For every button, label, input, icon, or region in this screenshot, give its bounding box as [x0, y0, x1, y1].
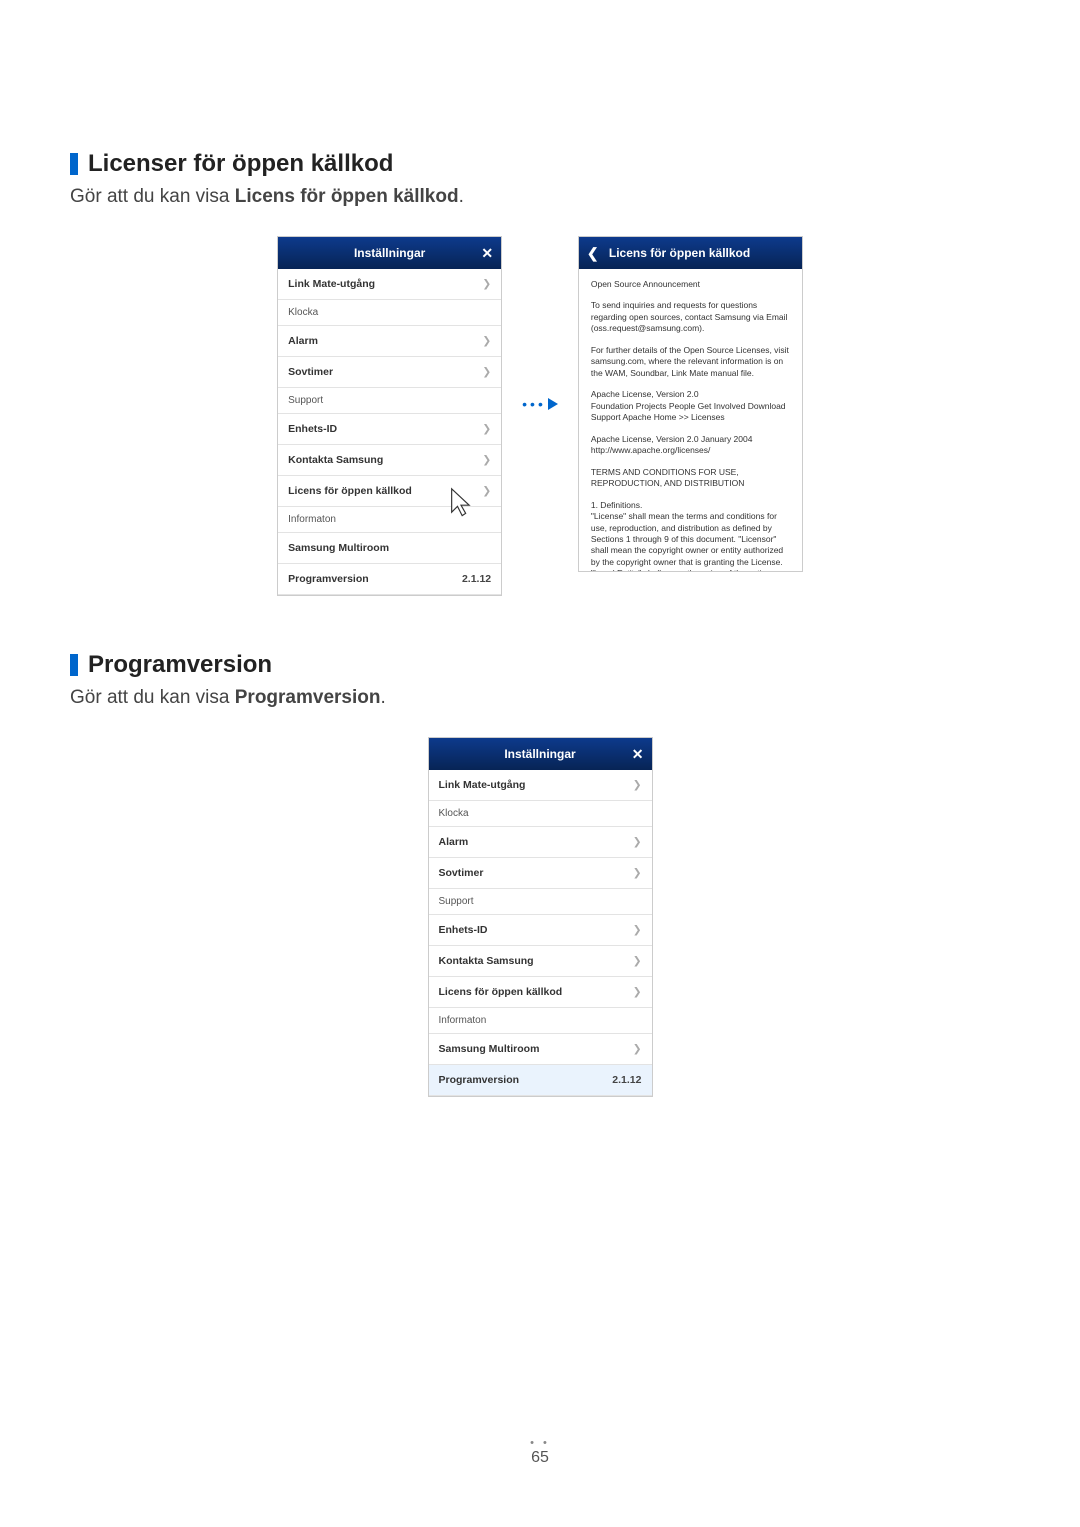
license-panel: ❮ Licens för öppen källkod Open Source A…: [578, 236, 803, 572]
row-linkmate[interactable]: Link Mate-utgång ❯: [429, 770, 652, 801]
row-programversion: Programversion 2.1.12: [429, 1065, 652, 1096]
chevron-right-icon: ❯: [482, 335, 491, 347]
group-support: Support: [429, 889, 652, 915]
row-alarm[interactable]: Alarm ❯: [278, 326, 501, 357]
desc-suffix: .: [380, 687, 385, 708]
license-title: Licens för öppen källkod: [609, 246, 750, 260]
section-desc-programversion: Gör att du kan visa Programversion.: [70, 687, 1010, 709]
desc-prefix: Gör att du kan visa: [70, 687, 235, 708]
label: Programversion: [439, 1074, 520, 1086]
page-number-value: 65: [531, 1449, 549, 1466]
chevron-right-icon: ❯: [482, 485, 491, 497]
label: Sovtimer: [288, 366, 333, 378]
label: Alarm: [288, 335, 318, 347]
arrow-connector-icon: [522, 396, 558, 412]
desc-prefix: Gör att du kan visa: [70, 186, 235, 207]
back-icon[interactable]: ❮: [587, 245, 599, 262]
label: Sovtimer: [439, 867, 484, 879]
label: Kontakta Samsung: [439, 955, 534, 967]
close-icon[interactable]: ✕: [481, 245, 493, 262]
lic-p1: Open Source Announcement: [591, 279, 790, 290]
lic-p6: TERMS AND CONDITIONS FOR USE, REPRODUCTI…: [591, 467, 790, 490]
group-klocka: Klocka: [429, 801, 652, 827]
row-multiroom[interactable]: Samsung Multiroom ❯: [429, 1034, 652, 1065]
row-programversion: Programversion 2.1.12: [278, 564, 501, 595]
settings-panel-2: Inställningar ✕ Link Mate-utgång ❯ Klocka…: [428, 737, 653, 1097]
row-kontakta[interactable]: Kontakta Samsung ❯: [278, 445, 501, 476]
chevron-right-icon: ❯: [633, 986, 642, 998]
page-dots-icon: [0, 1437, 1080, 1449]
label: Link Mate-utgång: [439, 779, 526, 791]
label: Samsung Multiroom: [288, 542, 389, 554]
settings-header: Inställningar ✕: [429, 738, 652, 770]
desc-bold: Licens för öppen källkod: [235, 186, 459, 207]
dots: [522, 396, 546, 412]
section-desc-license: Gör att du kan visa Licens för öppen käl…: [70, 186, 1010, 208]
section-heading-license: Licenser för öppen källkod: [70, 150, 1010, 178]
blue-bar-icon: [70, 153, 78, 175]
desc-bold: Programversion: [235, 687, 381, 708]
row-multiroom[interactable]: Samsung Multiroom: [278, 533, 501, 564]
chevron-right-icon: ❯: [482, 423, 491, 435]
page-number: 65: [0, 1437, 1080, 1467]
cursor-icon: [447, 486, 475, 525]
lic-p3: For further details of the Open Source L…: [591, 345, 790, 379]
chevron-right-icon: ❯: [633, 867, 642, 879]
chevron-right-icon: ❯: [633, 836, 642, 848]
chevron-right-icon: ❯: [633, 924, 642, 936]
row-licens[interactable]: Licens för öppen källkod ❯: [429, 977, 652, 1008]
label: Alarm: [439, 836, 469, 848]
lic-p2: To send inquiries and requests for quest…: [591, 300, 790, 334]
label: Licens för öppen källkod: [288, 485, 412, 497]
chevron-right-icon: ❯: [482, 366, 491, 378]
triangle-right-icon: [548, 398, 558, 410]
row-sovtimer[interactable]: Sovtimer ❯: [278, 357, 501, 388]
settings-title: Inställningar: [354, 246, 425, 260]
section-title: Licenser för öppen källkod: [88, 150, 393, 178]
chevron-right-icon: ❯: [633, 955, 642, 967]
chevron-right-icon: ❯: [482, 278, 491, 290]
blue-bar-icon: [70, 654, 78, 676]
label: Kontakta Samsung: [288, 454, 383, 466]
lic-p7: 1. Definitions. "License" shall mean the…: [591, 500, 790, 571]
settings-header: Inställningar ✕: [278, 237, 501, 269]
section-heading-programversion: Programversion: [70, 651, 1010, 679]
label: Enhets-ID: [439, 924, 488, 936]
group-informaton: Informaton: [429, 1008, 652, 1034]
row-licens[interactable]: Licens för öppen källkod ❯: [278, 476, 501, 507]
label: Programversion: [288, 573, 369, 585]
desc-suffix: .: [459, 186, 464, 207]
lic-p5: Apache License, Version 2.0 January 2004…: [591, 434, 790, 457]
settings-title: Inställningar: [504, 747, 575, 761]
label: Enhets-ID: [288, 423, 337, 435]
row-linkmate[interactable]: Link Mate-utgång ❯: [278, 269, 501, 300]
row-kontakta[interactable]: Kontakta Samsung ❯: [429, 946, 652, 977]
label: Licens för öppen källkod: [439, 986, 563, 998]
section-title: Programversion: [88, 651, 272, 679]
value: 2.1.12: [462, 573, 491, 585]
chevron-right-icon: ❯: [482, 454, 491, 466]
row-enhetsid[interactable]: Enhets-ID ❯: [429, 915, 652, 946]
row-alarm[interactable]: Alarm ❯: [429, 827, 652, 858]
close-icon[interactable]: ✕: [632, 746, 644, 763]
group-support: Support: [278, 388, 501, 414]
settings-panel-1: Inställningar ✕ Link Mate-utgång ❯ Klocka…: [277, 236, 502, 596]
chevron-right-icon: ❯: [633, 779, 642, 791]
group-klocka: Klocka: [278, 300, 501, 326]
value: 2.1.12: [612, 1074, 641, 1086]
lic-p4: Apache License, Version 2.0 Foundation P…: [591, 389, 790, 423]
license-text: Open Source Announcement To send inquiri…: [579, 269, 802, 571]
label: Link Mate-utgång: [288, 278, 375, 290]
license-header: ❮ Licens för öppen källkod: [579, 237, 802, 269]
label: Samsung Multiroom: [439, 1043, 540, 1055]
row-sovtimer[interactable]: Sovtimer ❯: [429, 858, 652, 889]
chevron-right-icon: ❯: [633, 1043, 642, 1055]
row-enhetsid[interactable]: Enhets-ID ❯: [278, 414, 501, 445]
